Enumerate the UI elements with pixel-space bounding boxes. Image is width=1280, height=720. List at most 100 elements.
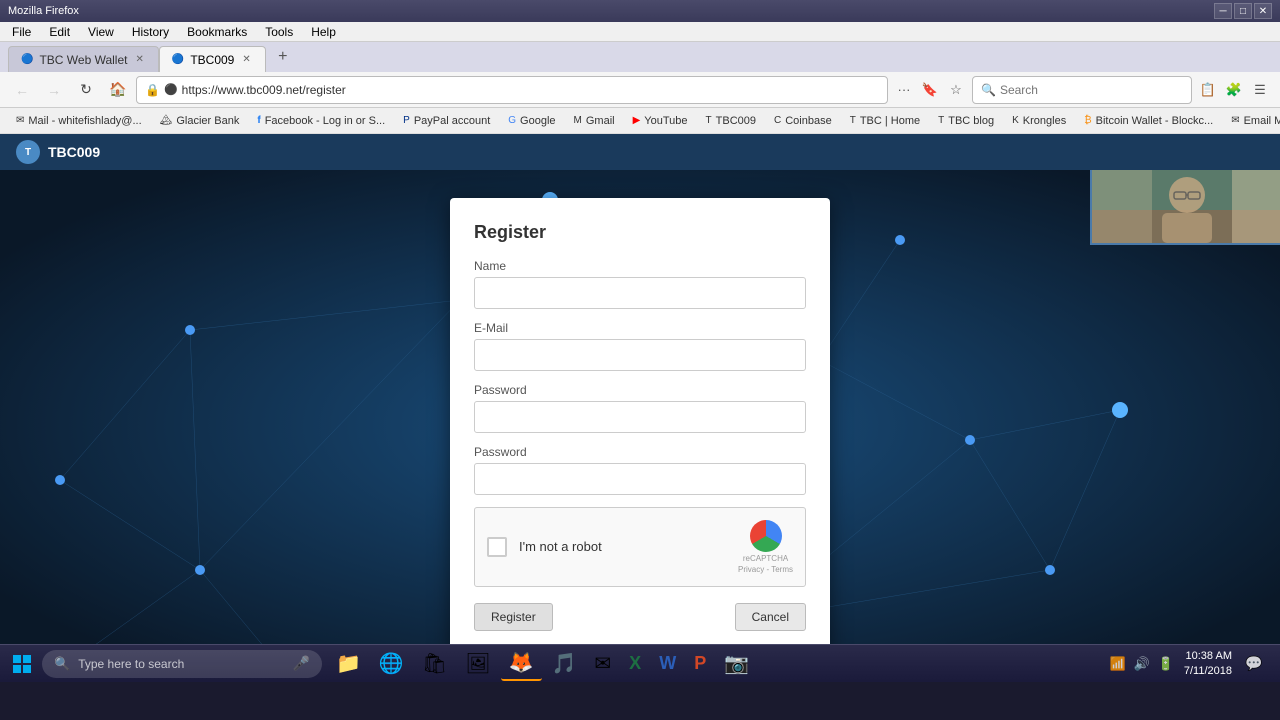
bookmark-tbc-blog-icon: T [938,115,944,126]
maximize-button[interactable]: □ [1234,3,1252,19]
menu-button[interactable]: ☰ [1248,78,1272,102]
nav-bar: ← → ↻ 🏠 🔒 ⚫ ··· 🔖 ☆ 🔍 📋 🧩 ☰ [0,72,1280,108]
home-button[interactable]: 🏠 [104,76,132,104]
taskbar-clock[interactable]: 10:38 AM 7/11/2018 [1180,649,1236,678]
address-bar[interactable]: 🔒 ⚫ [136,76,888,104]
tab-tbc-web-wallet-close[interactable]: ✕ [133,54,145,65]
tab-tbc009-label: TBC009 [190,53,234,67]
forward-button[interactable]: → [40,76,68,104]
bookmark-youtube-icon: ▶ [633,115,641,126]
bookmark-google[interactable]: G Google [500,110,563,132]
modal-title: Register [474,222,806,243]
bookmark-coinbase[interactable]: C Coinbase [766,110,840,132]
taskbar-app-powerpoint[interactable]: P [686,647,714,681]
taskbar-app-files[interactable]: 📁 [328,647,369,681]
password-confirm-field-group: Password [474,445,806,495]
bookmark-google-icon: G [508,115,516,126]
taskbar-app-firefox[interactable]: 🦊 [501,647,542,681]
bookmark-coinbase-label: Coinbase [785,115,831,127]
bookmark-youtube[interactable]: ▶ YouTube [625,110,696,132]
reading-list-button[interactable]: 📋 [1196,78,1220,102]
edge-icon: 🌐 [379,651,404,676]
bookmark-tbc009-icon: T [706,115,712,126]
tab-tbc009-close[interactable]: ✕ [240,54,252,65]
search-box[interactable]: 🔍 [972,76,1192,104]
bookmark-tbc-home[interactable]: T TBC | Home [842,110,928,132]
bookmark-facebook[interactable]: f Facebook - Log in or S... [249,110,393,132]
name-input[interactable] [474,277,806,309]
bookmark-tbc-home-icon: T [850,115,856,126]
bookmark-email-marketing-icon: ✉ [1231,115,1239,126]
word-icon: W [659,653,676,674]
taskbar-app-word[interactable]: W [651,647,684,681]
title-bar-controls: ─ □ ✕ [1214,3,1272,19]
menu-history[interactable]: History [124,23,177,41]
bookmark-bitcoin[interactable]: ₿ Bitcoin Wallet - Blockc... [1076,110,1221,132]
tab-tbc-web-wallet-label: TBC Web Wallet [39,53,127,67]
menu-tools[interactable]: Tools [257,23,301,41]
taskbar-volume-icon[interactable]: 🔊 [1132,654,1152,674]
tab-bar: 🔵 TBC Web Wallet ✕ 🔵 TBC009 ✕ + [0,42,1280,72]
address-input[interactable] [182,83,879,97]
site-logo: T [16,140,40,164]
bookmark-facebook-label: Facebook - Log in or S... [265,115,385,127]
modal-buttons: Register Cancel [474,603,806,631]
menu-help[interactable]: Help [303,23,344,41]
menu-view[interactable]: View [80,23,122,41]
back-button[interactable]: ← [8,76,36,104]
bookmark-paypal[interactable]: P PayPal account [395,110,498,132]
register-button[interactable]: Register [474,603,553,631]
new-tab-button[interactable]: + [270,46,296,68]
cancel-button[interactable]: Cancel [735,603,806,631]
bookmark-bitcoin-icon: ₿ [1084,115,1091,126]
extensions-button[interactable]: 🧩 [1222,78,1246,102]
tab-tbc-web-wallet[interactable]: 🔵 TBC Web Wallet ✕ [8,46,159,72]
taskbar-app-store[interactable]: 🛍 [414,647,455,681]
recaptcha-label: I'm not a robot [519,539,726,554]
taskbar-search-box[interactable]: 🔍 Type here to search 🎤 [42,650,322,678]
bookmark-email-marketing-label: Email Marketing Soft... [1244,115,1280,127]
menu-file[interactable]: File [4,23,39,41]
taskbar-network-icon[interactable]: 📶 [1108,654,1128,674]
refresh-button[interactable]: ↻ [72,76,100,104]
bookmark-button[interactable]: ☆ [944,78,968,102]
lock-icon: 🔒 [145,83,160,97]
taskbar-app-excel[interactable]: X [621,647,649,681]
search-input[interactable] [1000,83,1183,97]
menu-bookmarks[interactable]: Bookmarks [179,23,255,41]
recaptcha-privacy-terms: Privacy - Terms [738,565,793,574]
bookmark-email-marketing[interactable]: ✉ Email Marketing Soft... [1223,110,1280,132]
start-button[interactable] [4,647,40,681]
minimize-button[interactable]: ─ [1214,3,1232,19]
recaptcha-checkbox[interactable] [487,537,507,557]
password-confirm-input[interactable] [474,463,806,495]
bookmark-tbc-blog[interactable]: T TBC blog [930,110,1002,132]
taskbar-app-camera[interactable]: 📷 [716,647,757,681]
bookmark-krongles[interactable]: K Krongles [1004,110,1074,132]
more-options-button[interactable]: ··· [892,78,916,102]
email-input[interactable] [474,339,806,371]
taskbar-notification-button[interactable]: 💬 [1240,650,1268,678]
firefox-icon: 🦊 [509,650,534,675]
taskbar-app-music[interactable]: 🎵 [544,647,585,681]
bookmark-glacier[interactable]: 🏔 Glacier Bank [152,110,248,132]
tab-tbc009[interactable]: 🔵 TBC009 ✕ [159,46,266,72]
taskbar-app-edge[interactable]: 🌐 [371,647,412,681]
bookmark-mail[interactable]: ✉ Mail - whitefishlady@... [8,110,150,132]
bookmark-tbc009[interactable]: T TBC009 [698,110,764,132]
close-button[interactable]: ✕ [1254,3,1272,19]
password-input[interactable] [474,401,806,433]
bookmark-gmail[interactable]: M Gmail [566,110,623,132]
recaptcha-widget[interactable]: I'm not a robot reCAPTCHA Privacy - Term… [474,507,806,587]
taskbar-battery-icon[interactable]: 🔋 [1156,654,1176,674]
reader-view-button[interactable]: 🔖 [918,78,942,102]
modal-overlay: Register Name E-Mail Password Password I [0,170,1280,682]
taskbar-app-photos[interactable]: 🖼 [457,647,498,681]
taskbar-app-mail[interactable]: ✉ [586,647,619,681]
taskbar-search-placeholder: Type here to search [78,657,184,671]
site-header: T TBC009 [0,134,1280,170]
name-field-group: Name [474,259,806,309]
nav-icons: ··· 🔖 ☆ [892,78,968,102]
bookmark-google-label: Google [520,115,555,127]
menu-edit[interactable]: Edit [41,23,78,41]
